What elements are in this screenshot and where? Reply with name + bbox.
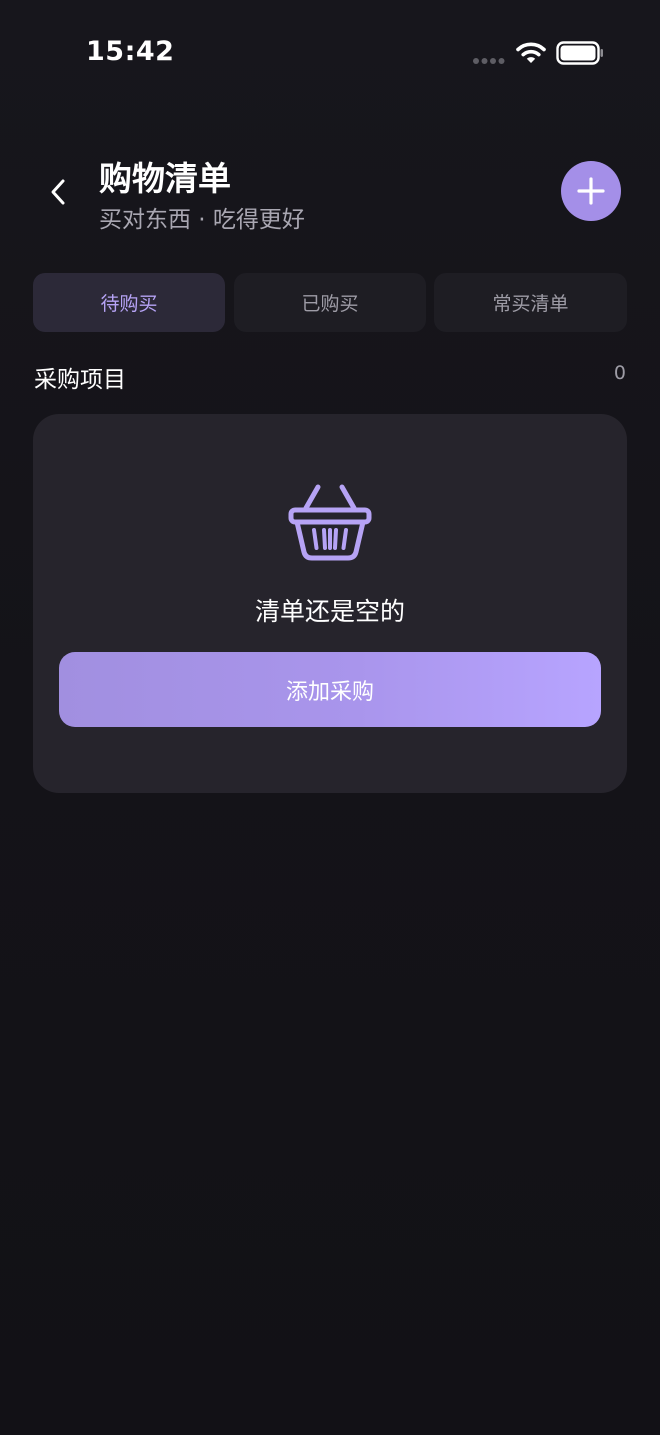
tab-frequent-list[interactable]: 常买清单 (434, 273, 627, 332)
back-icon (51, 179, 65, 205)
basket-icon (288, 484, 372, 561)
plus-icon (577, 177, 605, 205)
tab-bar: 待购买 已购买 常买清单 (33, 273, 627, 332)
wifi-icon (516, 42, 546, 63)
status-time: 15:42 (86, 36, 175, 67)
battery-icon (556, 41, 603, 65)
signal-icon (473, 58, 505, 64)
tab-purchased[interactable]: 已购买 (234, 273, 426, 332)
add-item-button[interactable] (561, 161, 621, 221)
back-button[interactable] (36, 166, 80, 218)
page-subtitle: 买对东西 · 吃得更好 (99, 207, 305, 233)
section-title: 采购项目 (34, 367, 126, 393)
add-purchase-button[interactable]: 添加采购 (59, 652, 601, 727)
tab-to-buy[interactable]: 待购买 (33, 273, 225, 332)
shopping-list-screen: 15:42 购物清单 买对东西 · 吃得更好 待购买 已购买 常买清单 采购项目… (0, 0, 660, 1435)
empty-message: 清单还是空的 (254, 597, 405, 626)
item-count: 0 (613, 362, 626, 384)
page-title: 购物清单 (99, 159, 231, 198)
